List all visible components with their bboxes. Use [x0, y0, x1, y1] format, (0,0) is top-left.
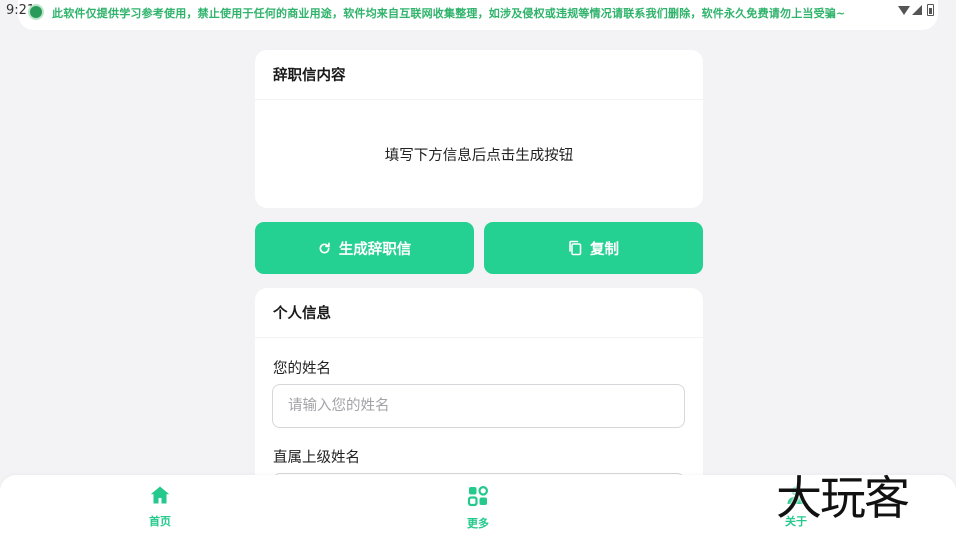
nav-item-more[interactable]: 更多 — [438, 485, 518, 531]
supervisor-field-label: 直属上级姓名 — [273, 450, 360, 466]
app-indicator-icon — [28, 4, 44, 20]
generate-letter-button[interactable]: 生成辞职信 — [255, 222, 474, 274]
battery-icon — [927, 4, 934, 16]
watermark-logo: 大玩客 — [776, 471, 910, 525]
signal-icon — [912, 5, 922, 15]
nav-label-more: 更多 — [467, 517, 489, 530]
more-icon — [467, 485, 489, 511]
name-input[interactable] — [272, 384, 685, 428]
generate-letter-label: 生成辞职信 — [338, 241, 412, 258]
letter-card-title: 辞职信内容 — [255, 50, 703, 100]
letter-content-card: 辞职信内容 填写下方信息后点击生成按钮 — [255, 50, 703, 208]
copy-button[interactable]: 复制 — [484, 222, 703, 274]
nav-item-home[interactable]: 首页 — [120, 485, 200, 529]
status-icons — [898, 4, 934, 16]
copy-label: 复制 — [590, 241, 619, 258]
refresh-icon — [318, 242, 331, 255]
notice-marquee: 此软件仅提供学习参考使用，禁止使用于任何的商业用途，软件均来自互联网收集整理，如… — [52, 7, 846, 20]
wifi-icon — [898, 5, 910, 15]
home-icon — [149, 485, 171, 509]
copy-icon — [568, 240, 582, 256]
nav-label-home: 首页 — [149, 515, 171, 528]
info-card-title: 个人信息 — [255, 288, 703, 338]
name-field-label: 您的姓名 — [273, 361, 331, 377]
letter-placeholder-text: 填写下方信息后点击生成按钮 — [384, 147, 574, 164]
